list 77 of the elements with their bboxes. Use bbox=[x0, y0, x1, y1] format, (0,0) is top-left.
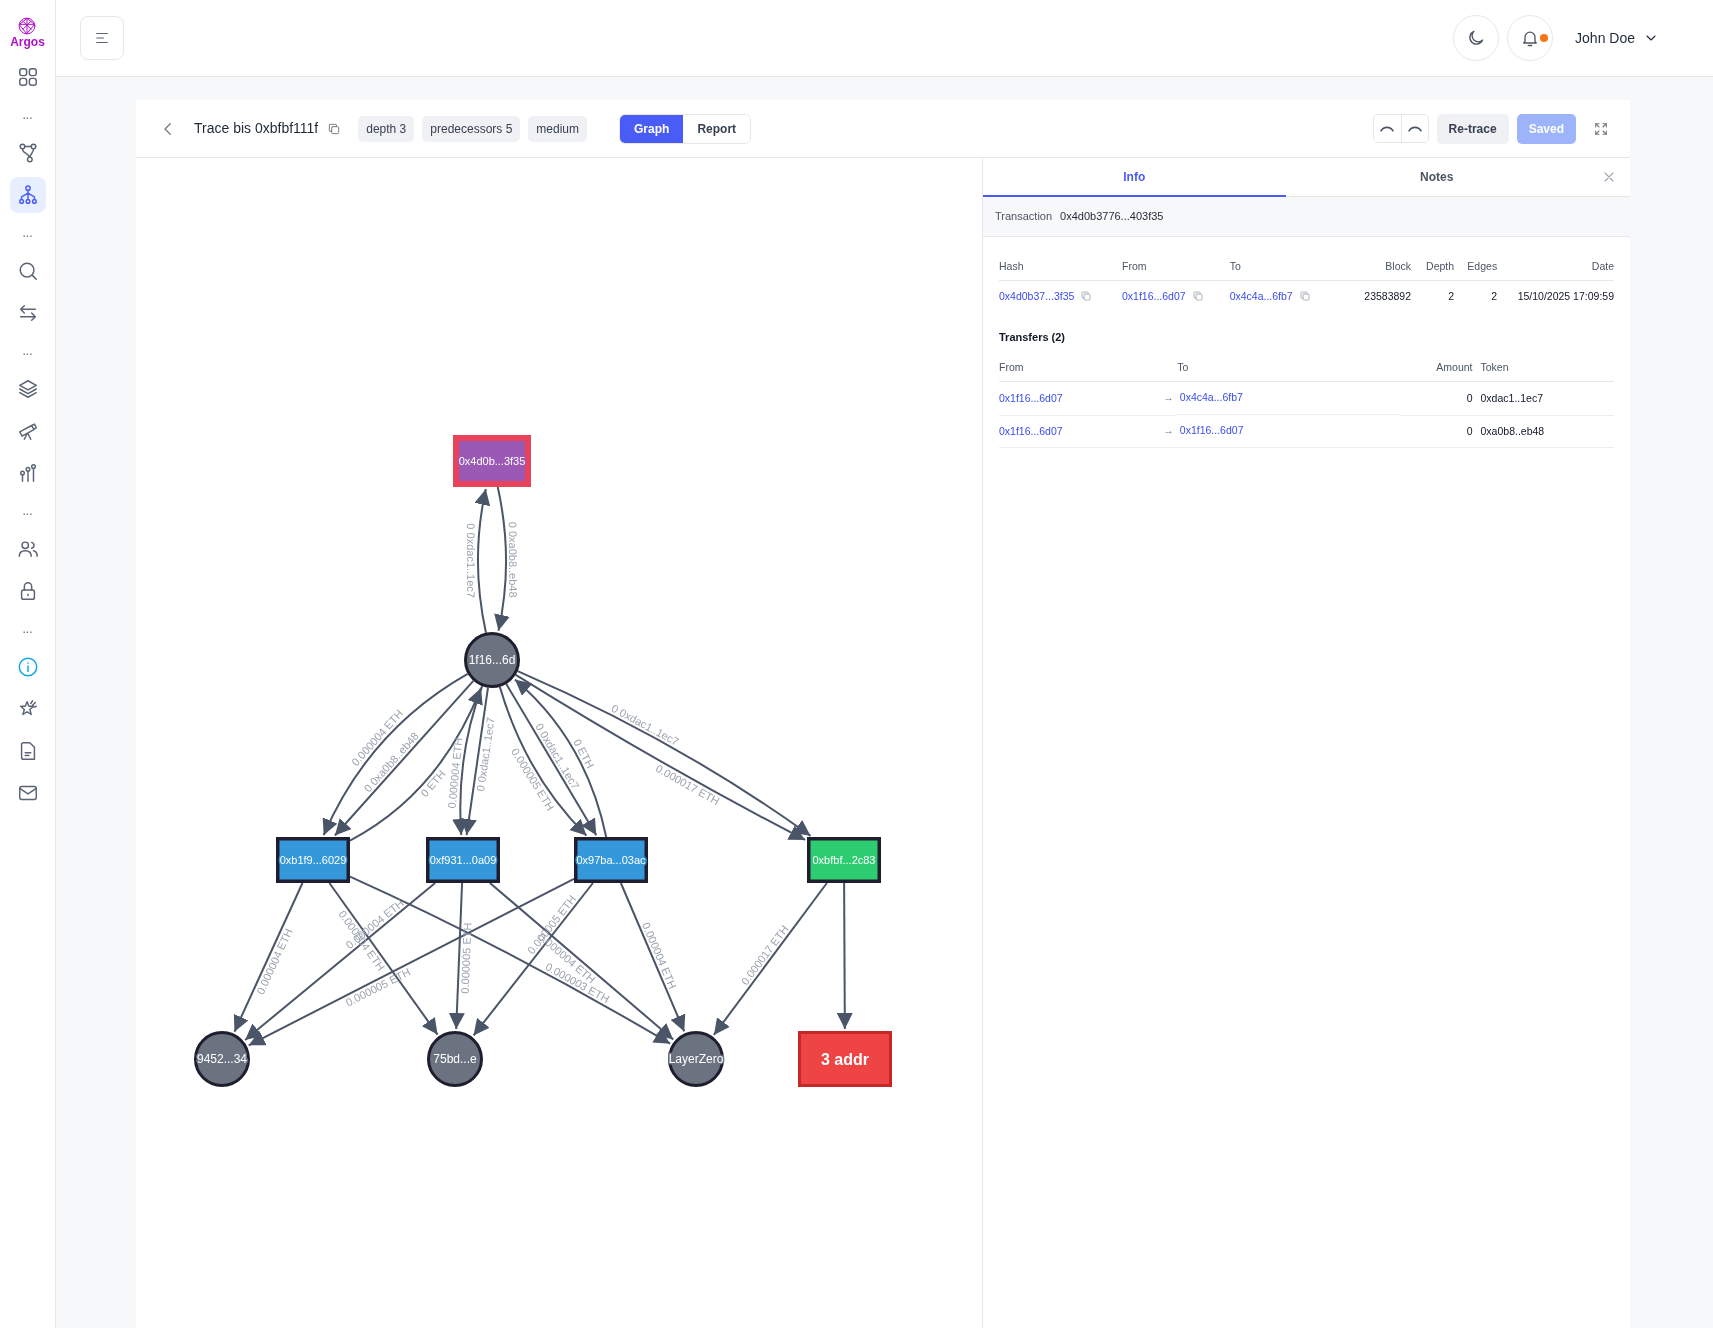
retrace-button[interactable]: Re-trace bbox=[1436, 113, 1509, 144]
column-header: Depth bbox=[1411, 252, 1455, 281]
info-icon bbox=[16, 656, 39, 678]
users-icon bbox=[16, 538, 39, 560]
table-cell: 23583892 bbox=[1337, 280, 1412, 313]
telescope-icon bbox=[16, 420, 39, 442]
column-header: Block bbox=[1337, 252, 1412, 281]
table-cell: 0xa0b8..eb48 bbox=[1472, 415, 1614, 448]
logo-text: Argos bbox=[10, 36, 45, 48]
column-header: From bbox=[1122, 252, 1230, 281]
column-header: Amount bbox=[1398, 353, 1473, 382]
table-cell: 2 bbox=[1454, 280, 1498, 313]
address-link[interactable]: 0x4d0b37...3f35 bbox=[999, 290, 1075, 303]
user-menu[interactable]: John Doe bbox=[1569, 26, 1665, 50]
graph-node[interactable]: 1f16...6d bbox=[464, 632, 520, 688]
graph-node[interactable]: 75bd...e bbox=[427, 1031, 483, 1087]
graph-node[interactable]: 0xf931...0a09 bbox=[426, 837, 500, 883]
edge-label: 0.000005 ETH bbox=[458, 922, 474, 994]
expand-icon bbox=[1593, 120, 1609, 137]
copy-icon bbox=[327, 121, 342, 136]
address-link[interactable]: 0x4c4a...6fb7 bbox=[1179, 390, 1243, 406]
table-cell: 2 bbox=[1411, 280, 1455, 313]
address-link[interactable]: 0x4c4a...6fb7 bbox=[1229, 290, 1293, 303]
address-link[interactable]: 0x1f16...6d07 bbox=[999, 391, 1063, 404]
more-indicator: ... bbox=[22, 503, 33, 520]
more-indicator: ... bbox=[22, 225, 33, 242]
more-indicator: ... bbox=[22, 343, 33, 360]
graph-node[interactable]: 0x4d0b...3f35 bbox=[453, 435, 531, 487]
redo-button[interactable] bbox=[1400, 115, 1428, 142]
more-indicator: ... bbox=[22, 107, 33, 124]
graph-node[interactable]: 3 addr bbox=[798, 1031, 892, 1087]
direction-arrow: → bbox=[1163, 423, 1174, 438]
edge-label: 0 0xdac1..1ec7 bbox=[474, 716, 497, 793]
column-header: From bbox=[999, 353, 1178, 382]
column-header: Edges bbox=[1454, 252, 1498, 281]
column-header: To bbox=[1177, 353, 1399, 382]
trace-title: Trace bis 0xbfbf111f bbox=[194, 119, 319, 138]
graph-node[interactable]: 0xb1f9...6029 bbox=[276, 837, 350, 883]
column-header: Date bbox=[1497, 252, 1614, 281]
column-header: Hash bbox=[999, 252, 1122, 281]
sidebar-item[interactable] bbox=[9, 177, 46, 213]
logo-icon bbox=[17, 16, 38, 36]
branch-icon bbox=[16, 142, 39, 164]
copy-icon bbox=[1191, 290, 1204, 303]
edge-label: 0.000004 ETH bbox=[445, 737, 465, 809]
edge-label: 0 0xdac1..1ec7 bbox=[464, 523, 477, 598]
graph-node[interactable]: 0x97ba...03ac bbox=[574, 837, 648, 883]
arc-icon bbox=[1407, 125, 1422, 132]
tag: predecessors 5 bbox=[422, 115, 521, 142]
theme-toggle-button[interactable] bbox=[1453, 15, 1500, 61]
table-cell: 0 bbox=[1398, 415, 1473, 448]
view-tab[interactable]: Graph bbox=[620, 114, 684, 143]
table-cell: 15/10/2025 17:09:59 bbox=[1497, 280, 1614, 313]
address-link[interactable]: 0x1f16...6d07 bbox=[1179, 423, 1244, 439]
field-label: Transaction bbox=[995, 209, 1053, 224]
more-indicator: ... bbox=[22, 621, 33, 638]
copy-icon bbox=[1298, 290, 1311, 303]
section-title: Transfers (2) bbox=[999, 330, 1067, 345]
transaction-hash: 0x4d0b3776...403f35 bbox=[1060, 209, 1164, 224]
direction-arrow: → bbox=[1163, 390, 1174, 406]
column-header: To bbox=[1229, 252, 1338, 281]
table-cell: 0xdac1..1ec7 bbox=[1472, 381, 1614, 415]
tag: medium bbox=[528, 115, 588, 142]
menu-toggle-button[interactable] bbox=[80, 16, 124, 60]
arc-icon bbox=[1380, 125, 1395, 132]
edge-label: 0 0xa0b8..eb48 bbox=[506, 521, 520, 598]
column-header: Token bbox=[1472, 353, 1614, 382]
table-cell: 0 bbox=[1398, 381, 1473, 415]
address-link[interactable]: 0x1f16...6d07 bbox=[999, 424, 1063, 437]
address-link[interactable]: 0x1f16...6d07 bbox=[1122, 290, 1186, 303]
notifications-button[interactable] bbox=[1507, 15, 1554, 61]
copy-icon bbox=[1080, 290, 1093, 303]
hierarchy-icon bbox=[16, 184, 39, 206]
grid-icon bbox=[16, 66, 39, 88]
layers-icon bbox=[16, 378, 39, 400]
tag: depth 3 bbox=[358, 115, 415, 142]
graph-node[interactable]: 9452...34 bbox=[194, 1031, 250, 1087]
